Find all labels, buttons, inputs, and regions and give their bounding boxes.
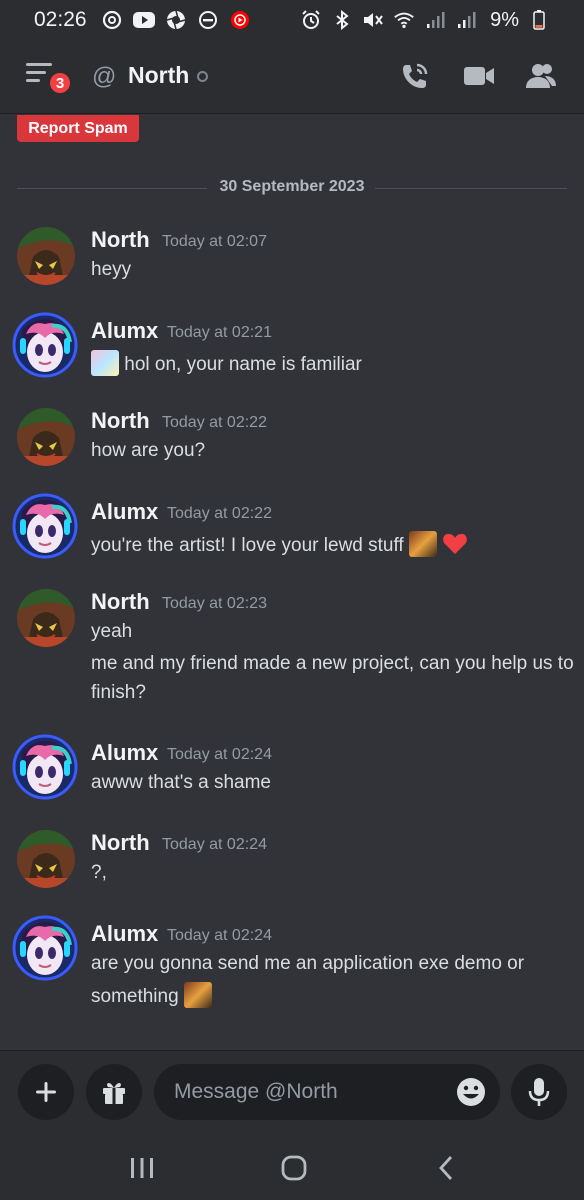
message-author[interactable]: Alumx bbox=[91, 318, 158, 344]
avatar[interactable] bbox=[12, 915, 78, 981]
do-not-disturb-icon bbox=[197, 9, 219, 31]
avatar[interactable] bbox=[17, 227, 75, 285]
voice-call-button[interactable] bbox=[397, 58, 433, 94]
message-text: ?, bbox=[91, 862, 107, 883]
youtube-music-icon bbox=[229, 9, 251, 31]
message-timestamp: Today at 02:24 bbox=[167, 746, 272, 763]
voice-message-button[interactable] bbox=[511, 1064, 567, 1120]
status-time: 02:26 bbox=[34, 8, 87, 31]
message-text: you're the artist! I love your lewd stuf… bbox=[91, 535, 404, 556]
attach-button[interactable] bbox=[18, 1064, 74, 1120]
heart-icon bbox=[442, 532, 468, 562]
bluetooth-icon bbox=[331, 9, 353, 31]
offline-status-icon bbox=[197, 71, 208, 82]
north-avatar-icon bbox=[17, 227, 75, 285]
mute-icon bbox=[362, 9, 384, 31]
message-author[interactable]: North bbox=[91, 589, 150, 615]
microphone-icon bbox=[528, 1078, 550, 1106]
message-text: heyy bbox=[91, 259, 132, 280]
signal-icon-2 bbox=[455, 9, 477, 31]
alarm-icon bbox=[300, 9, 322, 31]
avatar[interactable] bbox=[17, 830, 75, 888]
message-text: finish? bbox=[91, 682, 146, 703]
date-divider: 30 September 2023 bbox=[17, 178, 567, 198]
wifi-icon bbox=[393, 9, 415, 31]
north-avatar-icon bbox=[17, 589, 75, 647]
message-timestamp: Today at 02:21 bbox=[167, 324, 272, 341]
system-navigation-bar bbox=[0, 1136, 584, 1200]
back-chevron-icon bbox=[439, 1156, 453, 1180]
north-avatar-icon bbox=[17, 830, 75, 888]
message-author[interactable]: Alumx bbox=[91, 499, 158, 525]
message-text-row: you're the artist! I love your lewd stuf… bbox=[91, 531, 468, 562]
at-icon: @ bbox=[92, 63, 117, 90]
message-text: me and my friend made a new project, can… bbox=[91, 653, 574, 674]
alumx-avatar-icon bbox=[12, 493, 78, 559]
plus-icon bbox=[36, 1082, 56, 1102]
message-author[interactable]: Alumx bbox=[91, 921, 158, 947]
message-text-row: something bbox=[91, 982, 212, 1008]
recent-apps-icon bbox=[131, 1158, 153, 1178]
message-timestamp: Today at 02:24 bbox=[162, 836, 267, 853]
gift-icon bbox=[103, 1082, 125, 1104]
pony-emoji-icon bbox=[91, 350, 119, 376]
avatar[interactable] bbox=[17, 589, 75, 647]
home-button[interactable] bbox=[274, 1150, 314, 1186]
message-author[interactable]: North bbox=[91, 830, 150, 856]
alumx-avatar-icon bbox=[12, 312, 78, 378]
message-timestamp: Today at 02:07 bbox=[162, 233, 267, 250]
message-timestamp: Today at 02:22 bbox=[162, 414, 267, 431]
youtube-icon bbox=[132, 9, 155, 31]
alumx-avatar-icon bbox=[12, 915, 78, 981]
user-profile-icon bbox=[526, 64, 556, 88]
message-text: awww that's a shame bbox=[91, 772, 271, 793]
notification-badge: 3 bbox=[48, 71, 72, 95]
members-button[interactable] bbox=[523, 58, 559, 94]
message-text: how are you? bbox=[91, 440, 206, 461]
aperture-icon bbox=[165, 9, 187, 31]
message-text-row: hol on, your name is familiar bbox=[91, 350, 362, 376]
message-text: are you gonna send me an application exe… bbox=[91, 953, 525, 974]
custom-emoji-icon bbox=[408, 531, 437, 557]
message-timestamp: Today at 02:22 bbox=[167, 505, 272, 522]
report-spam-button[interactable]: Report Spam bbox=[17, 115, 139, 142]
channel-title[interactable]: North bbox=[128, 62, 189, 89]
north-avatar-icon bbox=[17, 408, 75, 466]
avatar[interactable] bbox=[17, 408, 75, 466]
message-timestamp: Today at 02:24 bbox=[167, 927, 272, 944]
custom-emoji-icon bbox=[183, 982, 212, 1008]
threads-icon bbox=[101, 9, 123, 31]
date-divider-label: 30 September 2023 bbox=[219, 178, 365, 195]
status-bar: 02:26 9% bbox=[0, 0, 584, 40]
back-button[interactable] bbox=[426, 1150, 466, 1186]
alumx-avatar-icon bbox=[12, 734, 78, 800]
video-camera-icon bbox=[464, 67, 494, 85]
battery-percent: 9% bbox=[490, 8, 519, 31]
message-text: yeah bbox=[91, 621, 133, 642]
message-author[interactable]: Alumx bbox=[91, 740, 158, 766]
signal-icon bbox=[424, 9, 446, 31]
message-timestamp: Today at 02:23 bbox=[162, 595, 267, 612]
message-author[interactable]: North bbox=[91, 408, 150, 434]
battery-icon bbox=[528, 9, 550, 31]
recent-apps-button[interactable] bbox=[122, 1150, 162, 1186]
message-composer: Message @North bbox=[0, 1050, 584, 1136]
message-list[interactable]: Report Spam 30 September 2023 North Toda… bbox=[0, 115, 584, 1050]
message-text: something bbox=[91, 986, 179, 1007]
channel-header: 3 @ North bbox=[0, 40, 584, 114]
message-input[interactable]: Message @North bbox=[154, 1064, 500, 1120]
message-text: hol on, your name is familiar bbox=[124, 354, 362, 375]
avatar[interactable] bbox=[12, 312, 78, 378]
emoji-picker-icon[interactable] bbox=[456, 1077, 486, 1112]
avatar[interactable] bbox=[12, 493, 78, 559]
avatar[interactable] bbox=[12, 734, 78, 800]
message-input-placeholder: Message @North bbox=[174, 1080, 338, 1103]
phone-call-icon bbox=[403, 63, 428, 88]
gift-button[interactable] bbox=[86, 1064, 142, 1120]
message-author[interactable]: North bbox=[91, 227, 150, 253]
video-call-button[interactable] bbox=[461, 58, 497, 94]
home-icon bbox=[281, 1155, 307, 1181]
